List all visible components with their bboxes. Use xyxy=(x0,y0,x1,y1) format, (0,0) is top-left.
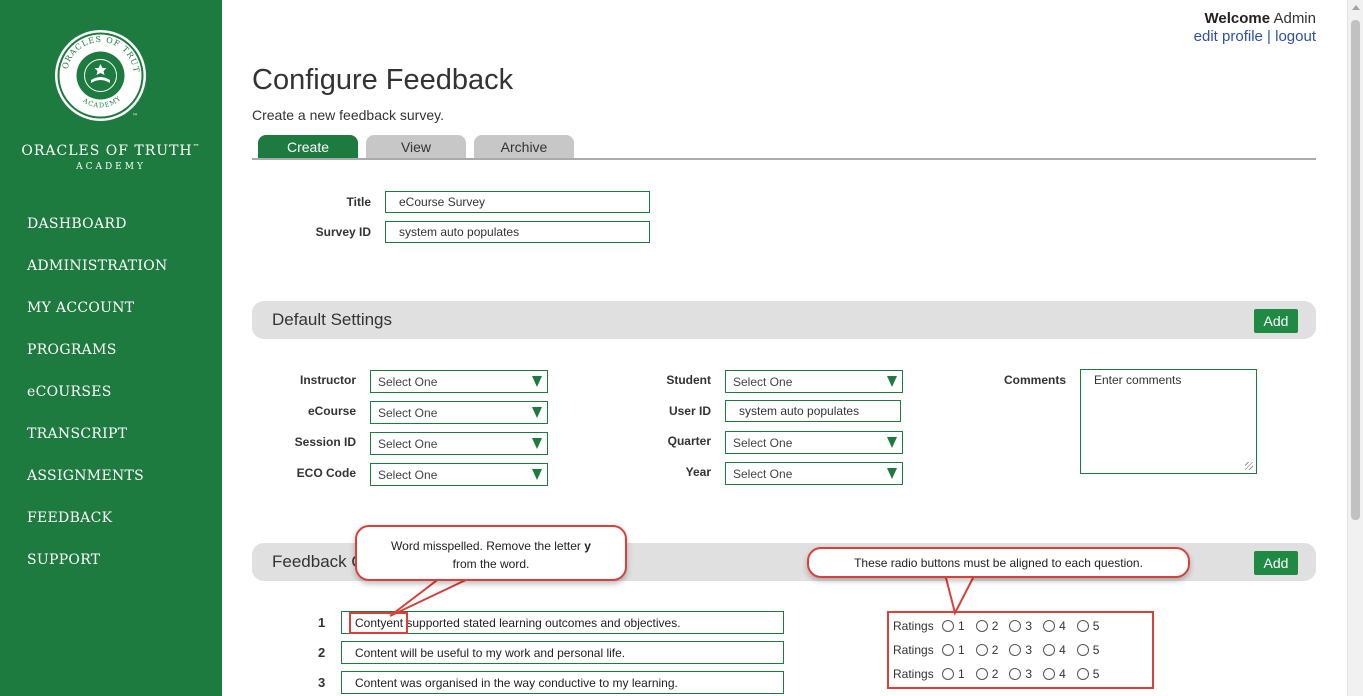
eco-code-select[interactable]: Select One xyxy=(370,463,548,486)
tab-view[interactable]: View xyxy=(366,135,466,159)
resize-grip-icon[interactable] xyxy=(1245,462,1253,470)
misspelling-callout: Word misspelled. Remove the letter y fro… xyxy=(355,525,627,581)
year-select[interactable]: Select One xyxy=(725,462,903,485)
sidebar-item-transcript[interactable]: TRANSCRIPT xyxy=(27,424,168,466)
session-id-label: Session ID xyxy=(294,435,356,449)
logout-link[interactable]: logout xyxy=(1275,28,1316,45)
survey-id-input[interactable]: system auto populates xyxy=(385,221,650,243)
session-id-select-value: Select One xyxy=(378,437,438,451)
sidebar-item-ecourses[interactable]: eCOURSES xyxy=(27,382,168,424)
quarter-select-value: Select One xyxy=(733,436,793,450)
quarter-label: Quarter xyxy=(667,434,711,448)
tab-create[interactable]: Create xyxy=(258,135,358,159)
question-input[interactable]: Content will be useful to my work and pe… xyxy=(341,641,784,664)
ecourse-select-value: Select One xyxy=(378,406,438,420)
callout1-text: Word misspelled. Remove the letter xyxy=(391,539,581,553)
question-input[interactable]: Content was organised in the way conduct… xyxy=(341,671,784,694)
brand-subname: ACADEMY xyxy=(76,162,146,172)
brand-name: ORACLES OF TRUTH xyxy=(21,143,193,159)
ecourse-select[interactable]: Select One xyxy=(370,401,548,424)
trademark-mark: ™ xyxy=(132,113,138,120)
scrollbar-thumb[interactable] xyxy=(1351,20,1360,520)
tab-divider xyxy=(252,158,1316,160)
page-subtitle: Create a new feedback survey. xyxy=(252,107,444,123)
scroll-up-arrow-icon[interactable] xyxy=(1352,5,1360,10)
question-number: 2 xyxy=(318,645,326,660)
eco-code-select-value: Select One xyxy=(378,468,438,482)
tab-archive[interactable]: Archive xyxy=(474,135,574,159)
academy-seal-logo[interactable]: ORACLES OF TRUTH ACADEMY xyxy=(55,30,146,121)
callout1-text-line2: from the word. xyxy=(452,557,530,571)
dropdown-arrow-icon xyxy=(532,469,542,480)
comments-label: Comments xyxy=(1003,373,1066,387)
dropdown-arrow-icon xyxy=(532,438,542,449)
sidebar-nav: DASHBOARD ADMINISTRATION MY ACCOUNT PROG… xyxy=(27,214,168,592)
sidebar-item-dashboard[interactable]: DASHBOARD xyxy=(27,214,168,256)
alignment-callout: These radio buttons must be aligned to e… xyxy=(807,547,1190,578)
instructor-select-value: Select One xyxy=(378,375,438,389)
dropdown-arrow-icon xyxy=(532,376,542,387)
default-settings-add-button[interactable]: Add xyxy=(1254,309,1298,333)
edit-profile-link[interactable]: edit profile xyxy=(1194,28,1263,45)
instructor-label: Instructor xyxy=(299,373,356,387)
welcome-label: Welcome xyxy=(1204,10,1271,27)
year-label: Year xyxy=(685,465,711,479)
link-separator: | xyxy=(1267,28,1271,45)
page-title: Configure Feedback xyxy=(252,64,514,96)
comments-placeholder: Enter comments xyxy=(1094,373,1182,387)
user-id-label: User ID xyxy=(668,404,711,418)
survey-id-label: Survey ID xyxy=(315,225,371,239)
username: Admin xyxy=(1273,10,1316,27)
sidebar-item-administration[interactable]: ADMINISTRATION xyxy=(27,256,168,298)
instructor-select[interactable]: Select One xyxy=(370,370,548,393)
year-select-value: Select One xyxy=(733,467,793,481)
title-input[interactable]: eCourse Survey xyxy=(385,191,650,213)
user-id-input[interactable]: system auto populates xyxy=(725,400,901,422)
tab-bar: Create View Archive xyxy=(258,135,574,159)
user-welcome: Welcome Admin edit profile | logout xyxy=(1194,10,1316,45)
brand-wordmark: ORACLES OF TRUTH™ ACADEMY xyxy=(0,143,222,172)
title-label: Title xyxy=(346,195,371,209)
dropdown-arrow-icon xyxy=(532,407,542,418)
default-settings-heading: Default Settings xyxy=(272,310,393,329)
feedback-questions-heading: Feedback Q xyxy=(272,552,365,571)
feedback-questions-add-button[interactable]: Add xyxy=(1254,551,1298,575)
eco-code-label: ECO Code xyxy=(296,466,356,480)
student-label: Student xyxy=(666,373,711,387)
quarter-select[interactable]: Select One xyxy=(725,431,903,454)
comments-textarea[interactable]: Enter comments xyxy=(1080,369,1257,474)
session-id-select[interactable]: Select One xyxy=(370,432,548,455)
sidebar-item-assignments[interactable]: ASSIGNMENTS xyxy=(27,466,168,508)
sidebar-item-programs[interactable]: PROGRAMS xyxy=(27,340,168,382)
dropdown-arrow-icon xyxy=(887,468,897,479)
vertical-scrollbar[interactable] xyxy=(1347,0,1363,696)
student-select-value: Select One xyxy=(733,375,793,389)
question-number: 3 xyxy=(318,675,326,690)
student-select[interactable]: Select One xyxy=(725,370,903,393)
dropdown-arrow-icon xyxy=(887,437,897,448)
dropdown-arrow-icon xyxy=(887,376,897,387)
sidebar-item-my-account[interactable]: MY ACCOUNT xyxy=(27,298,168,340)
misspelled-word-highlight xyxy=(349,612,408,634)
default-settings-bar: Default Settings Add xyxy=(252,301,1316,339)
sidebar-item-support[interactable]: SUPPORT xyxy=(27,550,168,592)
ecourse-label: eCourse xyxy=(307,404,356,418)
sidebar-item-feedback[interactable]: FEEDBACK xyxy=(27,508,168,550)
brand-tm: ™ xyxy=(192,143,201,151)
callout1-letter: y xyxy=(584,539,591,553)
question-number: 1 xyxy=(318,615,326,630)
callout2-text: These radio buttons must be aligned to e… xyxy=(854,556,1143,570)
sidebar: ORACLES OF TRUTH ACADEMY ™ ORACLES OF TR… xyxy=(0,0,222,696)
ratings-highlight-box xyxy=(887,611,1154,689)
